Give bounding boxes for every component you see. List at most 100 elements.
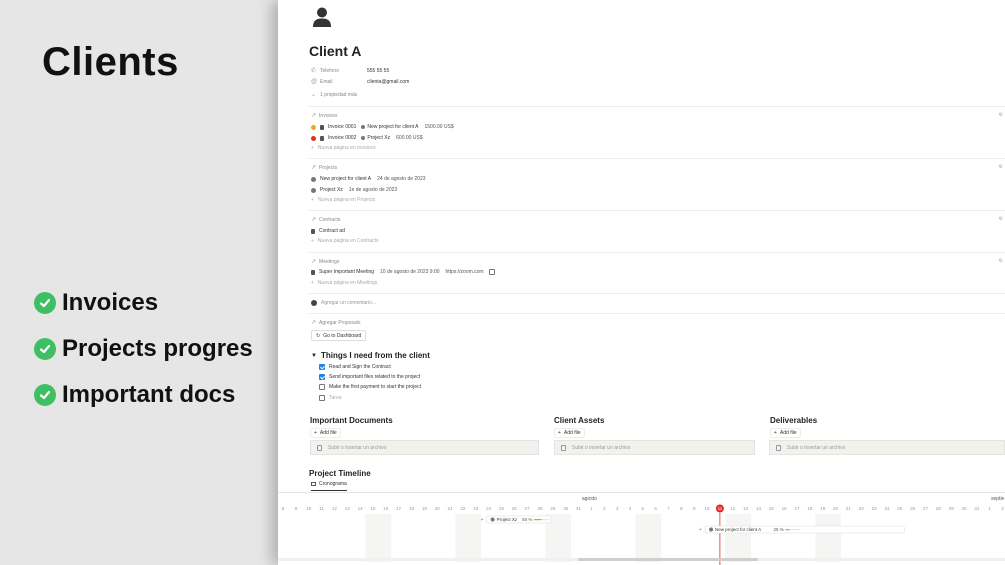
divider	[309, 158, 1005, 159]
deliverables-title: Deliverables	[770, 416, 818, 425]
chevron-down-icon: ⌄	[311, 92, 317, 98]
day-label: 29	[949, 506, 955, 511]
day-label: 25	[897, 506, 903, 511]
dropzone-label: Subir o insertar un archivo	[787, 444, 846, 451]
todo-item[interactable]: Read and Sign the Contract	[319, 364, 391, 370]
todo-item[interactable]: Send important files related to the proj…	[319, 374, 420, 380]
meeting-checkbox[interactable]	[488, 269, 495, 275]
checkbox[interactable]	[319, 384, 325, 390]
add-label: Nueva página en Contracts	[317, 238, 379, 244]
add-invoice-page[interactable]: + Nueva página en Invoices	[311, 145, 375, 151]
add-proposals[interactable]: ↗ Agregar Proposals	[311, 319, 360, 327]
page-title[interactable]: Client A	[309, 43, 361, 59]
checkbox[interactable]	[319, 395, 325, 401]
more-properties-toggle[interactable]: ⌄ 1 propiedad más	[311, 91, 358, 99]
notion-page: Client A ✆ Telefono 555 55 55 @ Email cl…	[278, 0, 1005, 565]
invoice-amount: 600.00 US$	[396, 135, 423, 141]
bar-progress: 50 %	[522, 517, 532, 522]
day-label: 5	[642, 506, 645, 511]
check-circle-icon	[34, 384, 56, 406]
project-row[interactable]: Project Xz 1e de agosto de 2023	[311, 187, 397, 193]
document-icon	[320, 124, 324, 130]
invoice-row[interactable]: Invoice 0001 New project for client A 15…	[311, 124, 454, 130]
add-project-page[interactable]: + Nueva página en Projects	[311, 197, 375, 203]
day-label: 28	[537, 506, 543, 511]
meeting-link[interactable]: https://zoom.com	[446, 269, 484, 275]
add-file-button[interactable]: + Add file	[310, 428, 341, 438]
day-label: 14	[756, 506, 762, 511]
weekend-column	[455, 514, 482, 562]
file-dropzone[interactable]: Subir o insertar un archivo	[769, 440, 1005, 455]
todo-toggle[interactable]: ▼ Things I need from the client	[311, 351, 430, 360]
plus-icon: +	[311, 238, 314, 244]
day-label: 2	[1001, 506, 1004, 511]
bar-progress: 25 %	[773, 527, 783, 532]
todo-item[interactable]: Make the first payment to start the proj…	[319, 384, 421, 390]
timeline-view[interactable]: agosto septie8 9 10 11 12 13 14 15 16 17 18 19 20 21 22…	[278, 492, 1005, 565]
day-label: 9	[693, 506, 696, 511]
section-label: Meetings	[319, 258, 340, 265]
relation-projects-title[interactable]: ↗ Projects	[311, 164, 337, 172]
day-label: 27	[525, 506, 531, 511]
scrollbar-thumb[interactable]	[578, 558, 758, 561]
property-phone[interactable]: ✆ Telefono 555 55 55	[311, 67, 389, 75]
plus-icon: +	[311, 280, 314, 286]
contract-row[interactable]: Contract ad	[311, 228, 345, 234]
add-contract-page[interactable]: + Nueva página en Contracts	[311, 238, 379, 244]
timeline-icon	[311, 482, 316, 486]
check-circle-icon	[34, 338, 56, 360]
add-file-button[interactable]: + Add file	[554, 428, 585, 438]
button-label: Go to Dashboard	[323, 332, 362, 339]
add-file-button[interactable]: + Add file	[770, 428, 801, 438]
day-label: 23	[872, 506, 878, 511]
slide-panel: Clients Invoices Projects progres Import…	[0, 0, 278, 565]
gear-icon[interactable]: ⚙	[999, 164, 1003, 170]
relation-meetings-title[interactable]: ↗ Meetings	[311, 258, 340, 266]
gear-icon[interactable]: ⚙	[999, 216, 1003, 222]
property-label: Telefono	[320, 67, 339, 74]
day-label: 30	[962, 506, 968, 511]
day-label: 8	[282, 506, 285, 511]
relation-invoices-title[interactable]: ↗ Invoices	[311, 112, 337, 120]
tab-cronograma[interactable]: Cronograma	[311, 481, 347, 491]
divider	[309, 106, 1005, 107]
day-label: 11	[718, 506, 723, 511]
add-icon[interactable]: +	[699, 527, 702, 533]
day-label: 31	[576, 506, 582, 511]
divider	[309, 313, 1005, 314]
comment-input[interactable]: Agregar un comentario...	[311, 300, 376, 306]
gear-icon[interactable]: ⚙	[999, 258, 1003, 264]
gear-icon[interactable]: ⚙	[999, 112, 1003, 118]
more-properties-label: 1 propiedad más	[320, 91, 358, 98]
checkbox[interactable]	[319, 374, 325, 380]
day-label: 12	[332, 506, 338, 511]
invoice-row[interactable]: Invoice 0002 Project Xz 600.00 US$	[311, 135, 423, 141]
refresh-icon: ↻	[316, 332, 321, 339]
button-label: Add file	[319, 430, 337, 436]
file-dropzone[interactable]: Subir o insertar un archivo	[554, 440, 755, 455]
property-value[interactable]: clienta@gmail.com	[367, 79, 409, 85]
file-dropzone[interactable]: Subir o insertar un archivo	[310, 440, 539, 455]
project-row[interactable]: New project for client A 24 de agosto de…	[311, 176, 426, 182]
button-label: Add file	[779, 430, 797, 436]
user-icon[interactable]	[311, 6, 333, 28]
project-date: 1e de agosto de 2023	[348, 187, 398, 193]
status-dot	[311, 135, 316, 141]
add-meeting-page[interactable]: + Nueva página en Meetings	[311, 280, 377, 286]
meeting-row[interactable]: Super Important Meeting 10 de agosto de …	[311, 269, 499, 275]
relation-contracts-title[interactable]: ↗ Contracts	[311, 216, 340, 224]
arrow-up-right-icon: ↗	[311, 259, 317, 265]
property-email[interactable]: @ Email clienta@gmail.com	[311, 79, 409, 85]
day-label: 31	[974, 506, 980, 511]
go-to-dashboard-button[interactable]: ↻ Go to Dashboard	[311, 330, 367, 341]
property-value[interactable]: 555 55 55	[367, 68, 389, 74]
divider	[309, 210, 1005, 211]
checkbox[interactable]	[319, 364, 325, 370]
document-icon	[320, 135, 324, 141]
add-icon[interactable]: +	[481, 517, 484, 523]
todo-item[interactable]: Tarea	[319, 395, 342, 401]
signature-icon	[311, 228, 315, 234]
day-label: 4	[629, 506, 632, 511]
divider	[309, 293, 1005, 294]
tab-label: Cronograma	[319, 481, 347, 487]
